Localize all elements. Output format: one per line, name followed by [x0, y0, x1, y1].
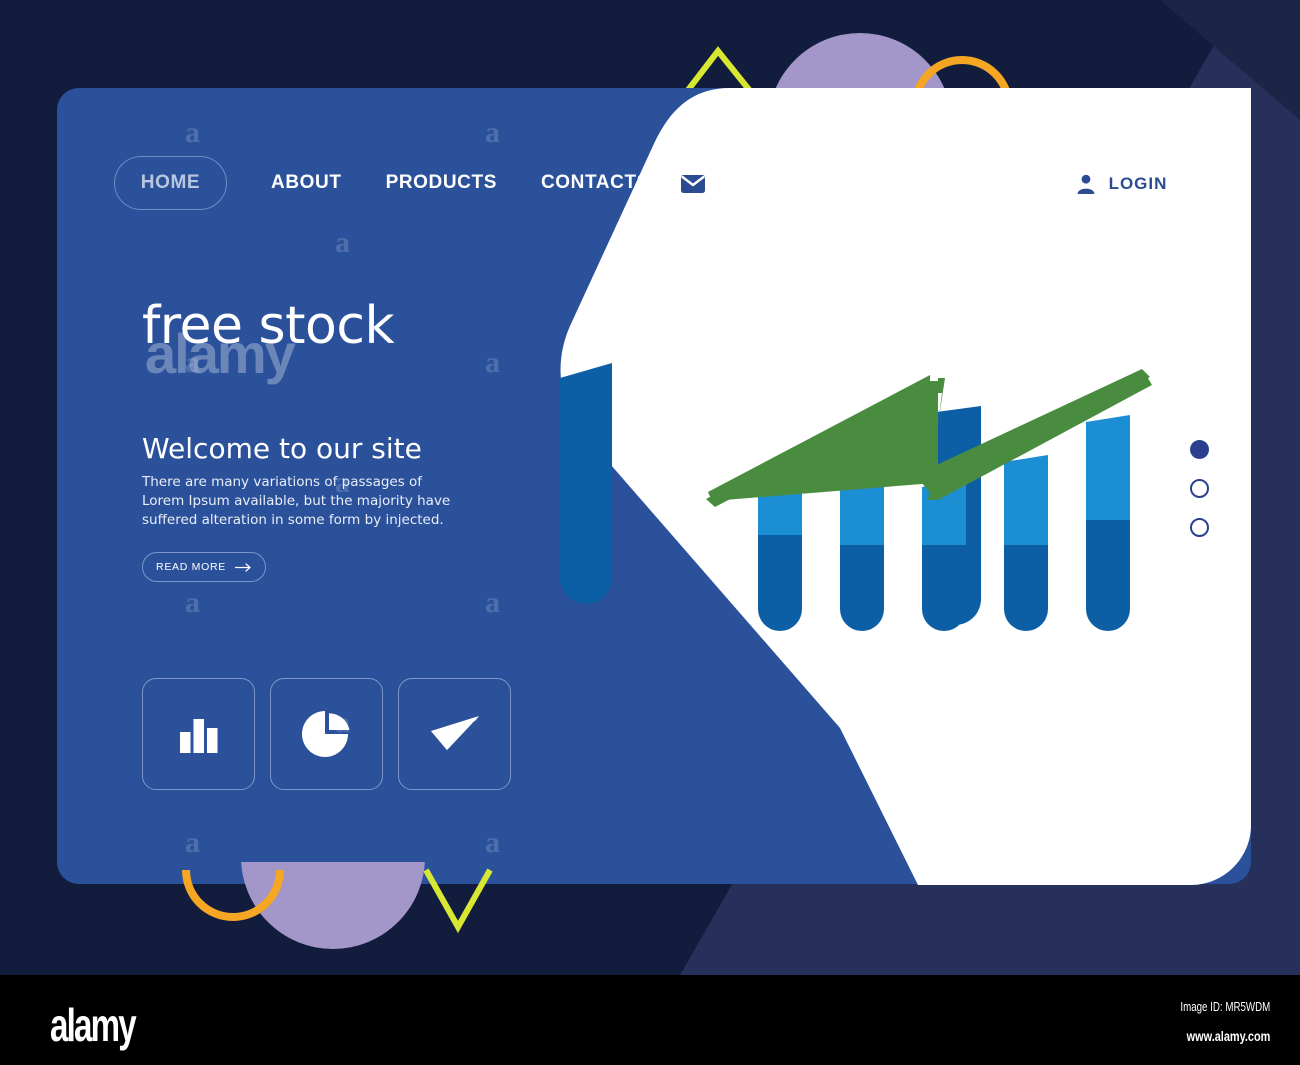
watermark-tile: a [485, 586, 500, 619]
nav-item-contacts[interactable]: CONTACTS [541, 172, 650, 194]
read-more-button[interactable]: READ MORE [142, 552, 266, 582]
watermark-tile: a [485, 826, 500, 859]
watermark-tile: a [335, 226, 350, 259]
nav-item-about[interactable]: ABOUT [271, 172, 342, 194]
login-button[interactable]: LOGIN [1044, 158, 1198, 210]
nav-item-products[interactable]: PRODUCTS [386, 172, 497, 194]
image-id-label: Image ID: MR5WDM [1180, 1000, 1270, 1014]
nav-item-home[interactable]: HOME [114, 156, 227, 210]
bar-chart-icon [179, 719, 217, 753]
read-more-label: READ MORE [156, 561, 226, 573]
watermark-tile: a [485, 116, 500, 149]
feature-pie-chart[interactable] [270, 678, 383, 790]
alamy-url-label: www.alamy.com [1186, 1028, 1270, 1044]
carousel-dot-3[interactable] [1190, 518, 1209, 537]
check-icon [430, 716, 479, 750]
chart-bar-5 [1086, 415, 1130, 631]
page-title: free stock [142, 296, 395, 356]
carousel-dot-2[interactable] [1190, 479, 1209, 498]
arrow-right-icon [234, 562, 251, 572]
alamy-logo: alamy [50, 999, 137, 1051]
alamy-footer-bar [0, 975, 1300, 1065]
user-icon [1077, 174, 1094, 194]
watermark-tile: a [185, 116, 200, 149]
login-label: LOGIN [1108, 174, 1168, 193]
feature-check[interactable] [398, 678, 511, 790]
hero-subtitle: Welcome to our site [142, 432, 422, 465]
carousel-dot-1[interactable] [1190, 440, 1209, 459]
screenshot-stage: a a a a a a a a a a a a a a a a a alamy [0, 0, 1300, 1065]
watermark-tile: a [185, 586, 200, 619]
feature-bar-chart[interactable] [142, 678, 255, 790]
watermark-tile: a [185, 826, 200, 859]
mail-button[interactable] [665, 156, 721, 212]
watermark-tile: a [485, 346, 500, 379]
stock-chart-graphic [706, 369, 1152, 631]
chart-bar-4 [1004, 455, 1048, 631]
decoration-bottom-group [182, 862, 493, 949]
pie-chart-icon [301, 711, 349, 757]
hero-body-text: There are many variations of passages of… [142, 474, 451, 528]
nav-item-label: HOME [140, 172, 201, 193]
envelope-icon [681, 175, 705, 193]
feature-icon-row [142, 678, 511, 790]
carousel-dots [1190, 440, 1209, 537]
main-nav: HOME ABOUT PRODUCTS CONTACTS [114, 156, 650, 210]
